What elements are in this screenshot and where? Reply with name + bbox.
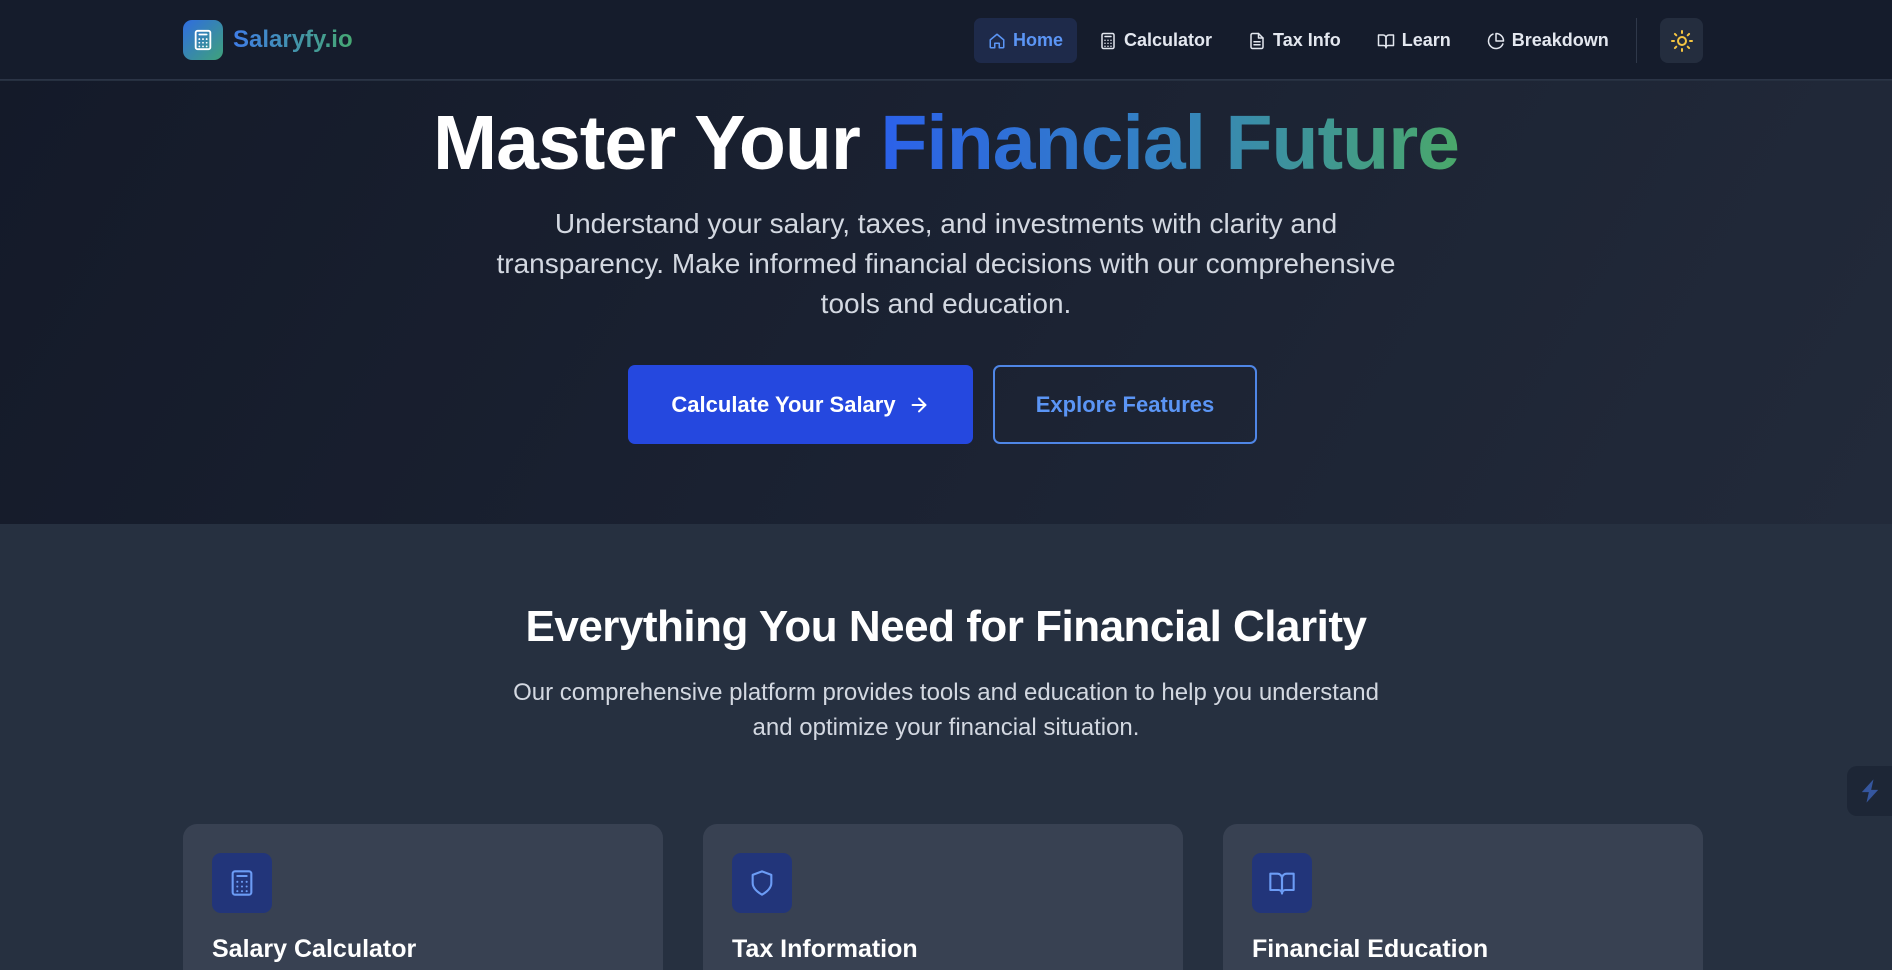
brand[interactable]: Salaryfy.io <box>183 20 353 60</box>
features-subtitle: Our comprehensive platform provides tool… <box>513 679 1379 741</box>
card-title: Financial Education <box>1252 935 1489 963</box>
calculate-salary-label: Calculate Your Salary <box>671 391 896 417</box>
brand-name: Salaryfy.io <box>233 26 353 53</box>
hero-section: Master Your Financial Future Understand … <box>0 81 1892 524</box>
sun-icon <box>1670 29 1693 52</box>
floating-widget-tab[interactable] <box>1847 766 1892 816</box>
nav-link-label: Breakdown <box>1511 30 1609 50</box>
calculate-salary-button[interactable]: Calculate Your Salary <box>628 365 973 444</box>
features-section: Everything You Need for Financial Clarit… <box>0 524 1892 970</box>
nav-link-calculator[interactable]: Calculator <box>1085 18 1226 63</box>
nav-link-label: Calculator <box>1124 30 1213 50</box>
feature-card-tax-information[interactable]: Tax Information <box>703 824 1183 970</box>
card-title: Tax Information <box>732 935 918 963</box>
explore-features-button[interactable]: Explore Features <box>993 365 1257 444</box>
theme-toggle-button[interactable] <box>1660 18 1703 63</box>
calculator-icon <box>212 853 272 913</box>
hero-title-highlight: Financial Future <box>880 100 1460 186</box>
hero-subtitle: Understand your salary, taxes, and inves… <box>496 208 1396 319</box>
nav-link-label: Learn <box>1401 30 1451 50</box>
hero-title-plain: Master Your <box>433 100 861 186</box>
nav-link-breakdown[interactable]: Breakdown <box>1473 18 1623 63</box>
nav-link-home[interactable]: Home <box>974 18 1078 63</box>
home-icon <box>989 33 1005 48</box>
pie-chart-icon <box>1487 32 1504 49</box>
nav-link-learn[interactable]: Learn <box>1363 18 1465 63</box>
hero-title: Master Your Financial Future <box>0 99 1892 188</box>
document-icon <box>1250 32 1264 49</box>
book-icon <box>1252 853 1312 913</box>
nav-link-tax-info[interactable]: Tax Info <box>1234 18 1355 63</box>
arrow-right-icon <box>911 397 927 412</box>
card-title: Salary Calculator <box>212 935 417 963</box>
calculator-icon <box>183 20 223 60</box>
feature-card-financial-education[interactable]: Financial Education <box>1223 824 1703 970</box>
shield-icon <box>732 853 792 913</box>
feature-card-salary-calculator[interactable]: Salary Calculator <box>183 824 663 970</box>
book-icon <box>1377 33 1394 48</box>
nav-link-label: Home <box>1013 30 1064 50</box>
lightning-icon <box>1861 779 1878 803</box>
features-title: Everything You Need for Financial Clarit… <box>525 602 1367 651</box>
calculator-icon <box>1101 32 1115 49</box>
top-navbar: Salaryfy.io Home Calculator Tax Info Lea… <box>0 0 1892 80</box>
nav-links: Home Calculator Tax Info Learn Breakdown <box>974 18 1631 63</box>
nav-divider <box>1636 18 1637 63</box>
nav-link-label: Tax Info <box>1273 30 1341 50</box>
